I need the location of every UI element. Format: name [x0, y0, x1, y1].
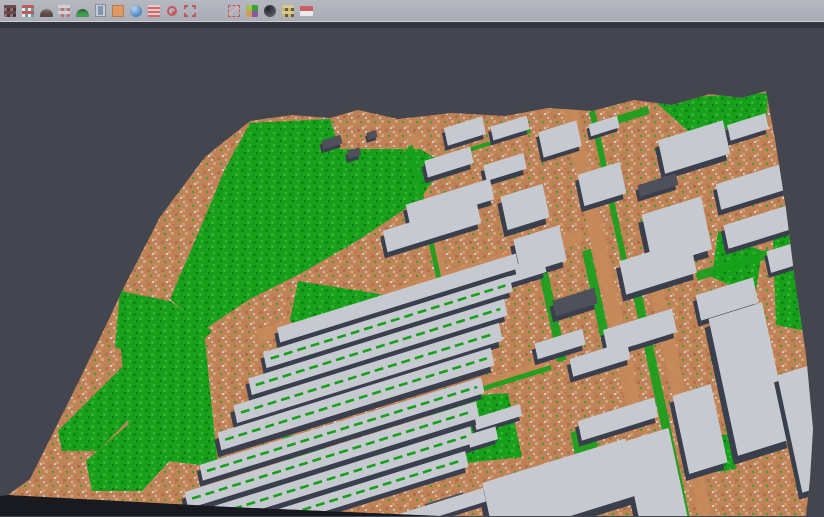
vegetation-patch: [118, 321, 218, 467]
3d-viewport[interactable]: [0, 22, 824, 516]
toolbar-icon-clip-box[interactable]: [2, 2, 19, 19]
toolbar-separator: [199, 10, 225, 11]
toolbar-icon-terrain-hill[interactable]: [74, 2, 91, 19]
toolbar-icon-zoom-fit[interactable]: [182, 2, 199, 19]
toolbar-icon-ortho-square[interactable]: [110, 2, 127, 19]
toolbar-icon-annotations[interactable]: [280, 2, 297, 19]
toolbar-icon-segment[interactable]: [20, 2, 37, 19]
toolbar-icon-height-column[interactable]: [92, 2, 109, 19]
toolbar-icon-rect-select[interactable]: [226, 2, 243, 19]
toolbar-icon-point-pick[interactable]: [56, 2, 73, 19]
point-cloud-scene: [0, 22, 824, 516]
toolbar-group-1: [1, 2, 199, 19]
toolbar-icon-layers-red[interactable]: [146, 2, 163, 19]
toolbar-icon-render-sphere[interactable]: [262, 2, 279, 19]
toolbar-icon-mountain[interactable]: [38, 2, 55, 19]
toolbar-shadow-band: [0, 22, 824, 28]
toolbar-group-2: [225, 2, 315, 19]
application-window: [0, 0, 824, 517]
toolbar-icon-clip-strip[interactable]: [298, 2, 315, 19]
toolbar-icon-target[interactable]: [164, 2, 181, 19]
toolbar-icon-classification[interactable]: [244, 2, 261, 19]
main-toolbar: [0, 0, 824, 22]
toolbar-icon-globe[interactable]: [128, 2, 145, 19]
